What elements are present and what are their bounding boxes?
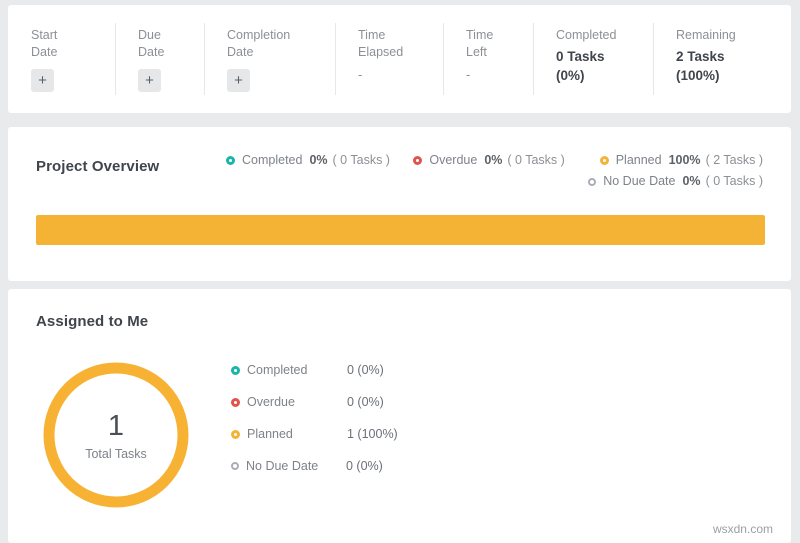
- status-dot-planned-icon: [600, 156, 609, 165]
- legend-item-completed[interactable]: Completed 0% ( 0 Tasks ): [226, 153, 390, 168]
- donut-total-caption: Total Tasks: [85, 447, 147, 461]
- metric-time-left-label: Time Left: [466, 27, 519, 61]
- assigned-row-no-due-date[interactable]: No Due Date 0 (0%): [231, 450, 398, 482]
- donut-center-text: 1 Total Tasks: [41, 360, 191, 510]
- project-overview-legend: Completed 0% ( 0 Tasks ) Overdue 0% ( 0 …: [216, 153, 765, 189]
- metric-completed: Completed 0 Tasks (0%): [533, 27, 653, 95]
- metric-remaining-value: 2 Tasks (100%): [676, 47, 759, 85]
- legend-completed-label: Completed: [242, 153, 302, 168]
- legend-item-overdue[interactable]: Overdue 0% ( 0 Tasks ): [413, 153, 564, 168]
- assigned-row-planned[interactable]: Planned 1 (100%): [231, 418, 398, 450]
- donut-total-value: 1: [108, 410, 124, 442]
- assigned-completed-label: Completed: [247, 363, 347, 377]
- legend-column-right: Planned 100% ( 2 Tasks ) No Due Date 0% …: [588, 153, 763, 189]
- metric-remaining-label: Remaining: [676, 27, 759, 44]
- assigned-row-overdue[interactable]: Overdue 0 (0%): [231, 386, 398, 418]
- legend-column-middle: Overdue 0% ( 0 Tasks ): [413, 153, 564, 189]
- assigned-planned-label: Planned: [247, 427, 347, 441]
- metric-time-elapsed: Time Elapsed -: [335, 27, 443, 95]
- status-dot-no-due-date-icon: [231, 462, 239, 470]
- assigned-to-me-legend: Completed 0 (0%) Overdue 0 (0%) Planned …: [231, 354, 398, 482]
- status-dot-completed-icon: [231, 366, 240, 375]
- legend-planned-label: Planned: [616, 153, 662, 168]
- legend-overdue-count: ( 0 Tasks ): [507, 153, 564, 168]
- metric-time-left-value: -: [466, 66, 519, 84]
- add-due-date-button[interactable]: +: [138, 69, 161, 92]
- legend-overdue-label: Overdue: [429, 153, 477, 168]
- legend-no-due-date-label: No Due Date: [603, 174, 675, 189]
- project-overview-header: Project Overview Completed 0% ( 0 Tasks …: [36, 153, 765, 189]
- assigned-to-me-card: Assigned to Me 1 Total Tasks Completed 0…: [8, 289, 791, 543]
- status-dot-planned-icon: [231, 430, 240, 439]
- metric-completion-date: Completion Date +: [204, 27, 335, 95]
- assigned-no-due-date-value: 0 (0%): [346, 459, 383, 473]
- watermark-text: wsxdn.com: [713, 522, 773, 536]
- assigned-planned-value: 1 (100%): [347, 427, 398, 441]
- project-progress-bar: [36, 215, 765, 245]
- legend-planned-count: ( 2 Tasks ): [706, 153, 763, 168]
- assigned-row-completed[interactable]: Completed 0 (0%): [231, 354, 398, 386]
- project-overview-title: Project Overview: [36, 153, 216, 175]
- metric-start-date-label: Start Date: [31, 27, 101, 61]
- metric-start-date: Start Date +: [8, 27, 115, 95]
- metric-due-date: Due Date +: [115, 27, 204, 95]
- legend-completed-percent: 0%: [309, 153, 327, 168]
- assigned-completed-value: 0 (0%): [347, 363, 384, 377]
- project-overview-card: Project Overview Completed 0% ( 0 Tasks …: [8, 127, 791, 281]
- status-dot-no-due-date-icon: [588, 178, 596, 186]
- legend-completed-count: ( 0 Tasks ): [333, 153, 390, 168]
- legend-no-due-date-percent: 0%: [682, 174, 700, 189]
- assigned-to-me-body: 1 Total Tasks Completed 0 (0%) Overdue 0…: [36, 348, 791, 510]
- status-dot-overdue-icon: [231, 398, 240, 407]
- metric-time-elapsed-value: -: [358, 66, 429, 84]
- metric-completed-value: 0 Tasks (0%): [556, 47, 639, 85]
- metric-remaining: Remaining 2 Tasks (100%): [653, 27, 773, 95]
- metric-completed-label: Completed: [556, 27, 639, 44]
- assigned-tasks-donut-chart: 1 Total Tasks: [41, 360, 191, 510]
- add-start-date-button[interactable]: +: [31, 69, 54, 92]
- assigned-overdue-value: 0 (0%): [347, 395, 384, 409]
- legend-column-left: Completed 0% ( 0 Tasks ): [226, 153, 390, 189]
- legend-overdue-percent: 0%: [484, 153, 502, 168]
- project-dates-card: Start Date + Due Date + Completion Date …: [8, 5, 791, 113]
- legend-item-planned[interactable]: Planned 100% ( 2 Tasks ): [600, 153, 763, 168]
- metric-time-elapsed-label: Time Elapsed: [358, 27, 429, 61]
- assigned-no-due-date-label: No Due Date: [246, 459, 346, 473]
- status-dot-completed-icon: [226, 156, 235, 165]
- assigned-overdue-label: Overdue: [247, 395, 347, 409]
- metric-completion-date-label: Completion Date: [227, 27, 321, 61]
- status-dot-overdue-icon: [413, 156, 422, 165]
- add-completion-date-button[interactable]: +: [227, 69, 250, 92]
- metric-time-left: Time Left -: [443, 27, 533, 95]
- legend-no-due-date-count: ( 0 Tasks ): [706, 174, 763, 189]
- legend-item-no-due-date[interactable]: No Due Date 0% ( 0 Tasks ): [588, 174, 763, 189]
- assigned-to-me-title: Assigned to Me: [36, 313, 791, 330]
- legend-planned-percent: 100%: [669, 153, 701, 168]
- project-progress-fill-planned: [36, 215, 765, 245]
- metric-due-date-label: Due Date: [138, 27, 190, 61]
- dashboard-page: Start Date + Due Date + Completion Date …: [0, 0, 800, 543]
